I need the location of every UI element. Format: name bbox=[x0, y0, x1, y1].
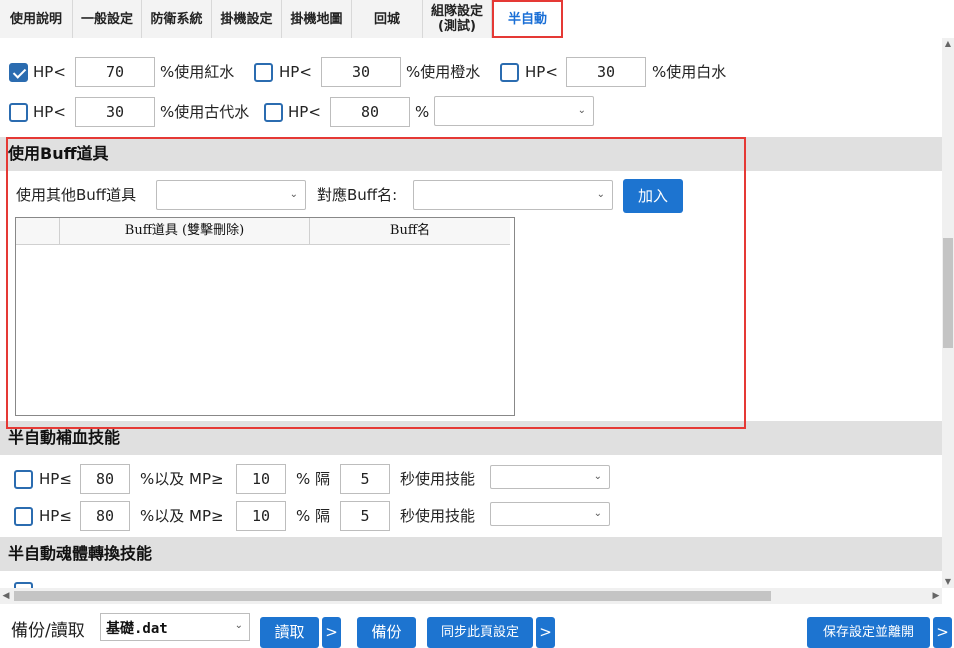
buff-table-header-name[interactable]: Buff名 bbox=[310, 218, 510, 245]
semi-heal-1-skill-label: 秒使用技能 bbox=[400, 470, 476, 488]
white-potion-hp-label: HP< bbox=[525, 63, 558, 81]
tab-defense[interactable]: 防衛系統 bbox=[142, 0, 212, 38]
semi-heal-2-hp-input[interactable]: 80 bbox=[80, 501, 130, 531]
ancient-potion-label: %使用古代水 bbox=[160, 103, 250, 121]
buff-table-index-header bbox=[16, 218, 60, 245]
white-potion-checkbox[interactable] bbox=[500, 63, 519, 82]
scroll-left-icon[interactable]: ◀ bbox=[0, 588, 12, 604]
red-potion-hp-label: HP< bbox=[33, 63, 66, 81]
chevron-down-icon: ⌄ bbox=[234, 620, 243, 631]
semi-heal-1-hp-input[interactable]: 80 bbox=[80, 464, 130, 494]
buff-section-header: 使用Buff道具 bbox=[0, 137, 942, 171]
buff-name-label: 對應Buff名: bbox=[317, 186, 398, 204]
custom-potion-percent-label: % bbox=[415, 103, 430, 121]
tab-general[interactable]: 一般設定 bbox=[73, 0, 142, 38]
semi-heal-2-interval-label: % 隔 bbox=[296, 507, 331, 525]
orange-potion-threshold-input[interactable]: 30 bbox=[321, 57, 401, 87]
orange-potion-hp-label: HP< bbox=[279, 63, 312, 81]
ancient-potion-checkbox[interactable] bbox=[9, 103, 28, 122]
scroll-down-icon[interactable]: ▼ bbox=[943, 576, 953, 588]
tab-usage[interactable]: 使用說明 bbox=[0, 0, 73, 38]
other-buff-label: 使用其他Buff道具 bbox=[16, 186, 137, 204]
semi-heal-2-mp-input[interactable]: 10 bbox=[236, 501, 286, 531]
vertical-scroll-thumb[interactable] bbox=[943, 238, 953, 348]
horizontal-scroll-thumb[interactable] bbox=[14, 591, 771, 601]
semi-heal-2-interval-input[interactable]: 5 bbox=[340, 501, 390, 531]
tab-bar-spacer bbox=[563, 0, 954, 38]
semi-heal-1-mp-input[interactable]: 10 bbox=[236, 464, 286, 494]
buff-name-select[interactable]: ⌄ bbox=[413, 180, 613, 210]
semi-heal-2-skill-label: 秒使用技能 bbox=[400, 507, 476, 525]
semi-heal-1-mp-label: %以及 MP≥ bbox=[140, 470, 224, 488]
chevron-down-icon: ⌄ bbox=[289, 189, 298, 200]
load-button[interactable]: 讀取 bbox=[260, 617, 319, 648]
save-more-button[interactable]: > bbox=[933, 617, 952, 648]
semi-heal-2-hp-label: HP≤ bbox=[39, 507, 72, 525]
tab-return-town[interactable]: 回城 bbox=[352, 0, 423, 38]
red-potion-threshold-input[interactable]: 70 bbox=[75, 57, 155, 87]
tab-afk-map[interactable]: 掛機地圖 bbox=[282, 0, 352, 38]
orange-potion-label: %使用橙水 bbox=[406, 63, 481, 81]
backup-load-label: 備份/讀取 bbox=[11, 621, 85, 641]
red-potion-label: %使用紅水 bbox=[160, 63, 235, 81]
add-buff-button[interactable]: 加入 bbox=[623, 179, 683, 213]
semi-heal-row-2: HP≤ 80 %以及 MP≥ 10 % 隔 5 秒使用技能 ⌄ bbox=[0, 499, 942, 531]
semi-heal-2-skill-select[interactable]: ⌄ bbox=[490, 502, 610, 526]
red-potion-checkbox[interactable] bbox=[9, 63, 28, 82]
scroll-right-icon[interactable]: ▶ bbox=[930, 588, 942, 604]
semi-heal-1-skill-select[interactable]: ⌄ bbox=[490, 465, 610, 489]
ancient-potion-hp-label: HP< bbox=[33, 103, 66, 121]
semi-heal-2-mp-label: %以及 MP≥ bbox=[140, 507, 224, 525]
tab-party-settings[interactable]: 組隊設定 (測試) bbox=[423, 0, 492, 38]
soul-section-header: 半自動魂體轉換技能 bbox=[0, 537, 942, 571]
semi-heal-2-checkbox[interactable] bbox=[14, 507, 33, 526]
chevron-down-icon: ⌄ bbox=[577, 105, 586, 116]
orange-potion-checkbox[interactable] bbox=[254, 63, 273, 82]
tab-afk-settings[interactable]: 掛機設定 bbox=[212, 0, 282, 38]
load-more-button[interactable]: > bbox=[322, 617, 341, 648]
semi-heal-1-interval-input[interactable]: 5 bbox=[340, 464, 390, 494]
potion-row-2: HP< 30 %使用古代水 HP< 80 % ⌄ bbox=[0, 95, 942, 127]
potion-row-1: HP< 70 %使用紅水 HP< 30 %使用橙水 HP< 30 %使用白水 bbox=[0, 55, 942, 87]
semi-heal-1-interval-label: % 隔 bbox=[296, 470, 331, 488]
chevron-down-icon: ⌄ bbox=[593, 471, 602, 482]
semi-heal-1-checkbox[interactable] bbox=[14, 470, 33, 489]
sync-more-button[interactable]: > bbox=[536, 617, 555, 648]
tab-bar: 使用說明 一般設定 防衛系統 掛機設定 掛機地圖 回城 組隊設定 (測試) 半自… bbox=[0, 0, 954, 38]
custom-potion-threshold-input[interactable]: 80 bbox=[330, 97, 410, 127]
settings-content: HP< 70 %使用紅水 HP< 30 %使用橙水 HP< 30 %使用白水 H… bbox=[0, 38, 942, 588]
backup-button[interactable]: 備份 bbox=[357, 617, 416, 648]
horizontal-scrollbar[interactable]: ◀ ▶ bbox=[0, 588, 942, 604]
vertical-scrollbar[interactable]: ▲ ▼ bbox=[942, 38, 954, 588]
custom-potion-hp-label: HP< bbox=[288, 103, 321, 121]
white-potion-threshold-input[interactable]: 30 bbox=[566, 57, 646, 87]
semi-heal-section-header: 半自動補血技能 bbox=[0, 421, 942, 455]
config-file-select[interactable]: 基礎.dat ⌄ bbox=[100, 613, 250, 641]
other-buff-select[interactable]: ⌄ bbox=[156, 180, 306, 210]
save-and-exit-button[interactable]: 保存設定並離開 bbox=[807, 617, 930, 648]
custom-potion-checkbox[interactable] bbox=[264, 103, 283, 122]
tab-semi-auto[interactable]: 半自動 bbox=[492, 0, 563, 38]
semi-heal-1-hp-label: HP≤ bbox=[39, 470, 72, 488]
semi-heal-row-1: HP≤ 80 %以及 MP≥ 10 % 隔 5 秒使用技能 ⌄ bbox=[0, 462, 942, 494]
footer-bar: 備份/讀取 基礎.dat ⌄ 讀取 > 備份 同步此頁設定 > 保存設定並離開 … bbox=[0, 604, 954, 648]
custom-potion-select[interactable]: ⌄ bbox=[434, 96, 594, 126]
ancient-potion-threshold-input[interactable]: 30 bbox=[75, 97, 155, 127]
chevron-down-icon: ⌄ bbox=[596, 189, 605, 200]
buff-table[interactable]: Buff道具 (雙擊刪除) Buff名 bbox=[15, 217, 515, 416]
chevron-down-icon: ⌄ bbox=[593, 508, 602, 519]
buff-table-header-item[interactable]: Buff道具 (雙擊刪除) bbox=[60, 218, 310, 245]
sync-page-button[interactable]: 同步此頁設定 bbox=[427, 617, 533, 648]
scroll-up-icon[interactable]: ▲ bbox=[943, 38, 953, 50]
white-potion-label: %使用白水 bbox=[652, 63, 727, 81]
